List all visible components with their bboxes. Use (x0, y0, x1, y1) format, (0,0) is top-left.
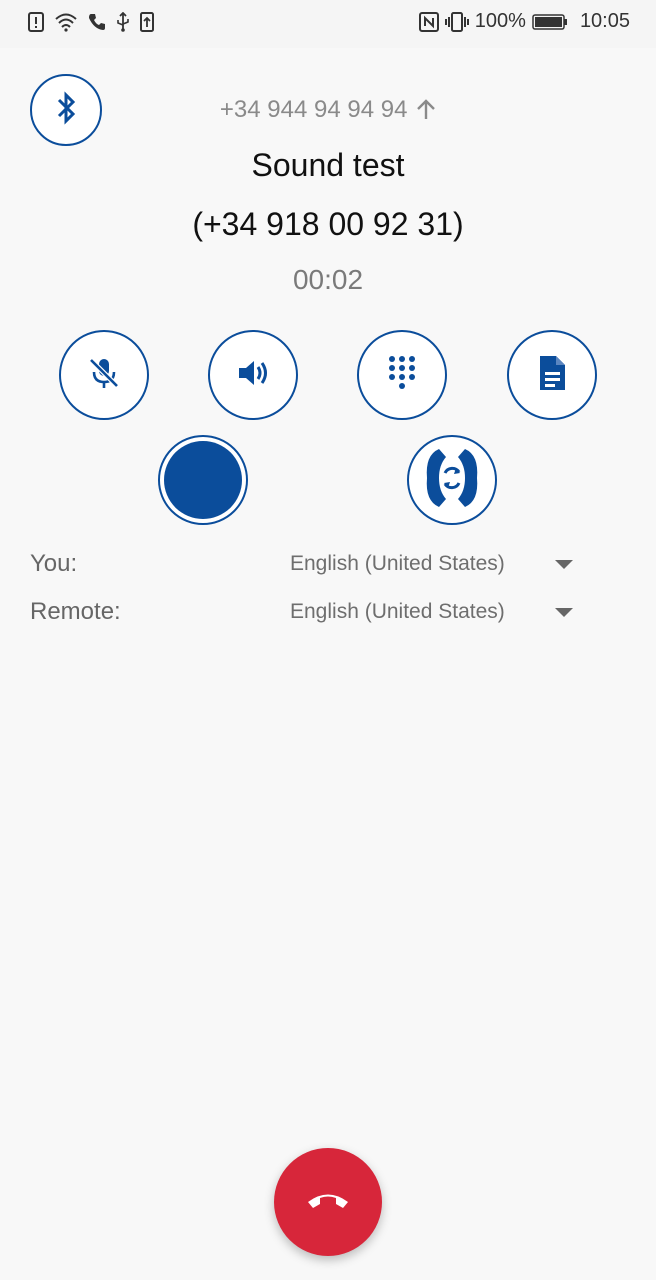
remote-label: Remote: (30, 598, 121, 625)
vibrate-icon (444, 11, 469, 32)
dropdown-arrow-icon[interactable] (555, 608, 573, 617)
call-duration: 00:02 (292, 264, 364, 295)
hangup-button[interactable] (274, 1148, 382, 1256)
transfer-button[interactable] (407, 435, 497, 525)
phone-call-icon (88, 13, 106, 31)
status-right: 100% 10:05 (418, 10, 630, 33)
status-left-icons (28, 12, 154, 32)
from-number: +34 944 94 94 94 (219, 96, 408, 123)
wifi-icon (54, 12, 78, 32)
outgoing-arrow-icon (416, 98, 436, 127)
contact-number: (+34 918 00 92 31) (192, 206, 464, 242)
you-language-select[interactable]: English (United States) (290, 552, 505, 576)
mute-icon (84, 353, 124, 398)
dialpad-icon (384, 353, 420, 398)
speaker-icon (233, 353, 273, 398)
clock: 10:05 (579, 10, 630, 32)
contact-name: Sound test (251, 147, 405, 183)
you-label: You: (30, 550, 78, 577)
battery-icon (532, 13, 568, 31)
dialpad-button[interactable] (357, 330, 447, 420)
mute-button[interactable] (59, 330, 149, 420)
you-language-row: You: English (United States) (0, 546, 656, 586)
notes-button[interactable] (507, 330, 597, 420)
nfc-icon (418, 11, 439, 32)
remote-language-row: Remote: English (United States) (0, 594, 656, 634)
record-button[interactable] (158, 435, 248, 525)
upload-icon (140, 12, 154, 32)
remote-language-select[interactable]: English (United States) (290, 600, 505, 624)
notes-icon (534, 353, 570, 398)
transfer-icon (415, 441, 489, 520)
battery-percent: 100% (474, 10, 526, 32)
caller-id-line: +34 944 94 94 94 (0, 96, 656, 127)
speaker-button[interactable] (208, 330, 298, 420)
record-icon (164, 441, 242, 519)
status-bar: 100% 10:05 (0, 0, 656, 48)
hangup-icon (305, 1187, 351, 1218)
usb-icon (116, 12, 130, 32)
alert-icon (28, 12, 44, 32)
dropdown-arrow-icon[interactable] (555, 560, 573, 569)
